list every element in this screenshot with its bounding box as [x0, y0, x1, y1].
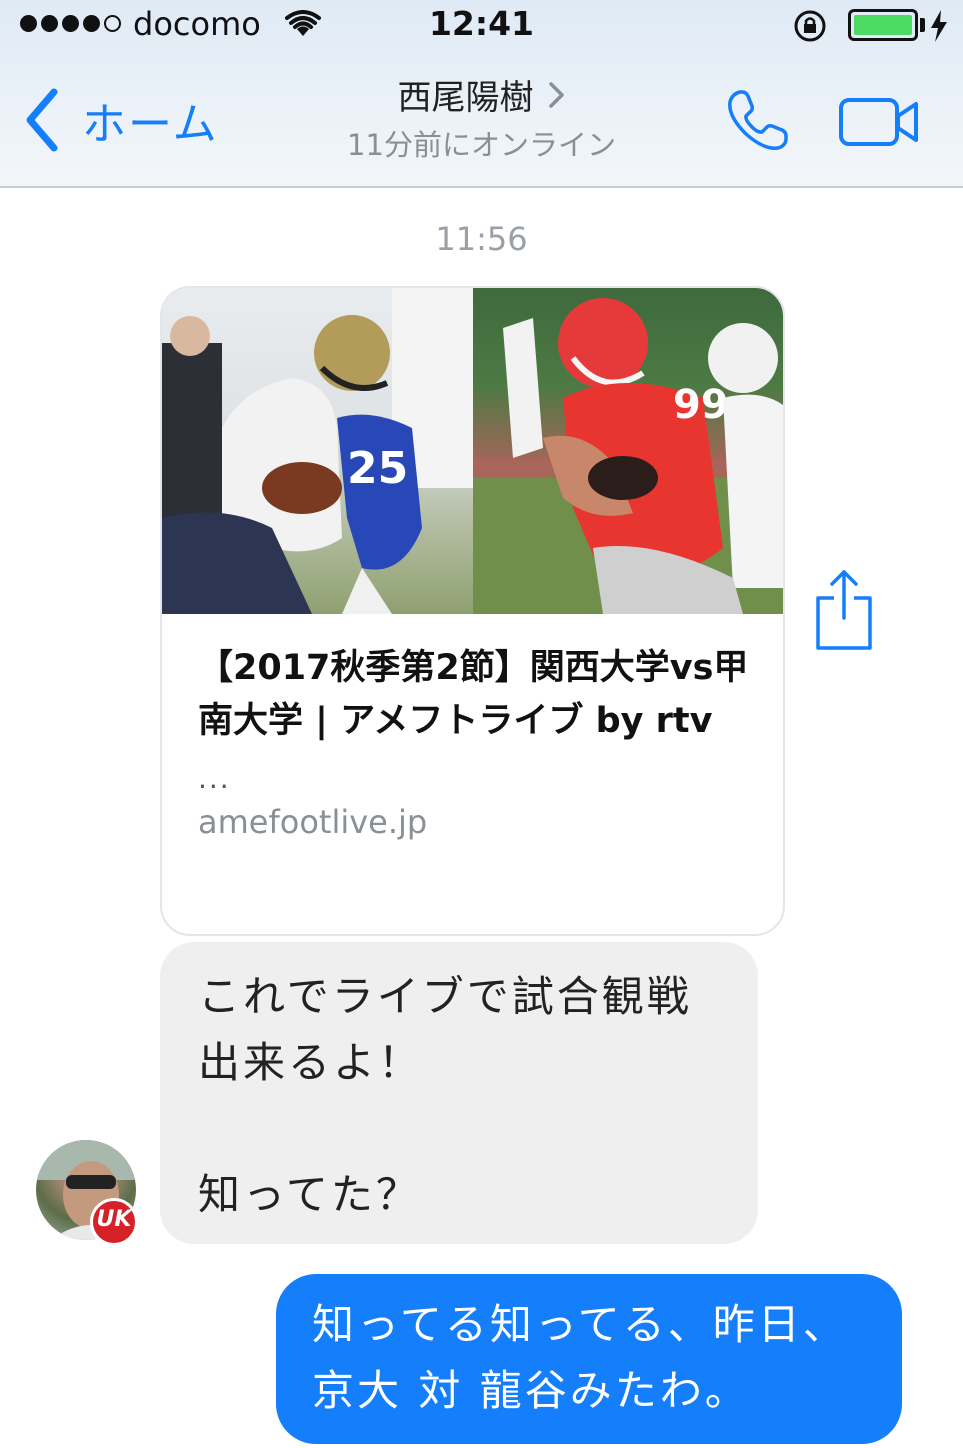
share-icon[interactable] [812, 568, 876, 652]
svg-text:99: 99 [673, 382, 729, 428]
svg-text:25: 25 [347, 443, 408, 494]
contact-name-text: 西尾陽樹 [397, 78, 534, 118]
video-camera-icon[interactable] [838, 96, 920, 148]
link-preview-card[interactable]: 25 99 【2017秋季第2節】関西大学vs甲南大学 | アメフトライブ by… [160, 286, 785, 936]
link-preview-description: ... [198, 762, 231, 795]
chevron-right-icon [548, 82, 564, 108]
team-logo-badge: UK [90, 1198, 138, 1246]
link-preview-title: 【2017秋季第2節】関西大学vs甲南大学 | アメフトライブ by rtv [198, 648, 749, 741]
contact-online-status: 11分前にオンライン [347, 128, 616, 162]
rotation-lock-icon [794, 10, 826, 42]
outgoing-message-text: 知ってる知ってる、昨日、京大 対 龍谷みたわ。 [312, 1300, 848, 1415]
link-preview-text: 【2017秋季第2節】関西大学vs甲南大学 | アメフトライブ by rtv .… [162, 614, 783, 934]
navigation-header: docomo 12:41 ホーム 西尾陽樹 11分前にオンライン [0, 0, 963, 188]
link-preview-image: 25 99 [162, 288, 783, 614]
incoming-message-text: これでライブで試合観戦 出来るよ！ 知ってた？ [198, 972, 692, 1219]
contact-name[interactable]: 西尾陽樹 [0, 70, 963, 119]
battery-icon [848, 9, 918, 41]
message-timestamp: 11:56 [435, 220, 528, 258]
status-bar: docomo 12:41 [0, 0, 963, 50]
football-photo-right: 99 [473, 288, 783, 614]
phone-icon[interactable] [722, 86, 792, 156]
link-preview-domain: amefootlive.jp [198, 803, 428, 841]
charging-icon [931, 10, 947, 42]
football-photo-left: 25 [162, 288, 473, 614]
outgoing-message-bubble[interactable]: 知ってる知ってる、昨日、京大 対 龍谷みたわ。 [276, 1274, 902, 1444]
incoming-message-bubble[interactable]: これでライブで試合観戦 出来るよ！ 知ってた？ [160, 942, 758, 1244]
